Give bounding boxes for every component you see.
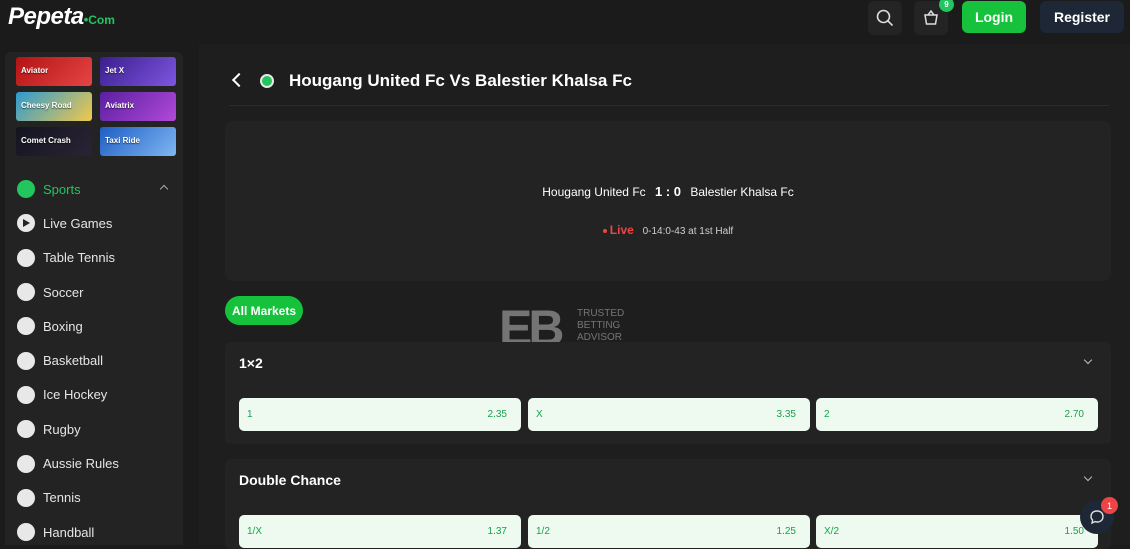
market-title: 1×2 (239, 355, 263, 371)
sidebar-item-label: Basketball (43, 353, 103, 369)
game-tile-taxi-ride[interactable]: Taxi Ride (100, 127, 176, 156)
odd-label: 1/X (247, 526, 263, 537)
sidebar-item-label: Handball (43, 524, 95, 540)
ice-hockey-icon (17, 385, 35, 404)
sport-list: Sports Live Games Table Tennis Soccer Bo… (5, 172, 183, 549)
sidebar-item-label: Live Games (43, 215, 113, 231)
register-button[interactable]: Register (1040, 1, 1124, 33)
home-team: Hougang United Fc (542, 185, 646, 199)
sidebar-item-live-games[interactable]: Live Games (5, 206, 183, 240)
sidebar-item-label: Aussie Rules (43, 456, 119, 472)
game-tile-comet-crash[interactable]: Comet Crash (16, 127, 92, 156)
logo-suffix: Com (88, 13, 115, 27)
sidebar-item-ice-hockey[interactable]: Ice Hockey (5, 378, 183, 412)
sidebar-item-label: Soccer (43, 284, 84, 300)
odd-value: 3.35 (776, 409, 796, 420)
sidebar-item-aussie-rules[interactable]: Aussie Rules (5, 446, 183, 480)
main-content: Hougang United Fc Vs Balestier Khalsa Fc… (199, 44, 1130, 549)
odd-button[interactable]: 1 2.35 (239, 398, 521, 431)
logo-text: Pepeta (8, 3, 84, 30)
tab-all-markets[interactable]: All Markets (225, 296, 303, 325)
sidebar-item-label: Rugby (43, 421, 81, 437)
sidebar-item-basketball[interactable]: Basketball (5, 343, 183, 377)
cart-badge: 9 (939, 0, 954, 12)
odd-button[interactable]: X 3.35 (528, 398, 810, 431)
odd-value: 2.35 (487, 409, 507, 420)
odd-label: X/2 (824, 526, 840, 537)
page-title: Hougang United Fc Vs Balestier Khalsa Fc (289, 71, 632, 90)
sidebar-item-boxing[interactable]: Boxing (5, 309, 183, 343)
odd-value: 1.37 (487, 526, 507, 537)
game-tile-jetx[interactable]: Jet X (100, 57, 176, 86)
odd-value: 1.50 (1064, 526, 1084, 537)
sidebar-item-sports[interactable]: Sports (5, 172, 183, 206)
game-tile-cheesy-road[interactable]: Cheesy Road (16, 92, 92, 121)
sidebar-item-label: Ice Hockey (43, 387, 108, 403)
odd-label: X (536, 409, 543, 420)
sidebar-item-label: Table Tennis (43, 250, 116, 266)
game-tile-aviatrix[interactable]: Aviatrix (100, 92, 176, 121)
odd-button[interactable]: 1/X 1.37 (239, 515, 521, 548)
odd-label: 2 (824, 409, 830, 420)
match-time: 0-14:0-43 at 1st Half (642, 226, 734, 237)
sidebar-item-label: Boxing (43, 318, 83, 334)
sidebar-item-rugby[interactable]: Rugby (5, 412, 183, 446)
odd-button[interactable]: X/2 1.50 (816, 515, 1098, 548)
game-tile-aviator[interactable]: Aviator (16, 57, 92, 86)
market-title: Double Chance (239, 472, 341, 488)
cart-button[interactable]: 9 (914, 0, 954, 35)
chevron-down-icon[interactable] (1083, 472, 1093, 482)
basket-icon (924, 10, 938, 25)
score: 1 : 0 (655, 184, 682, 199)
sidebar-item-tennis[interactable]: Tennis (5, 481, 183, 515)
handball-icon (17, 523, 35, 542)
away-team: Balestier Khalsa Fc (690, 185, 794, 199)
tennis-racket-icon (17, 488, 35, 507)
sidebar-item-table-tennis[interactable]: Table Tennis (5, 241, 183, 275)
live-status: Live 0-14:0-43 at 1st Half (225, 223, 1111, 237)
chevron-up-icon[interactable] (159, 184, 169, 194)
sidebar: Aviator Jet X Cheesy Road Aviatrix Comet… (5, 52, 183, 545)
scoreboard: Hougang United Fc 1 : 0 Balestier Khalsa… (225, 121, 1111, 281)
back-arrow-icon[interactable] (231, 72, 247, 88)
site-logo[interactable]: Pepeta•Com (8, 3, 115, 31)
match-header: Hougang United Fc Vs Balestier Khalsa Fc (229, 64, 1109, 106)
rugby-ball-icon (17, 420, 35, 439)
odd-button[interactable]: 2 2.70 (816, 398, 1098, 431)
chevron-down-icon[interactable] (1083, 355, 1093, 365)
live-dot-icon (602, 228, 607, 233)
search-icon (876, 9, 894, 27)
sidebar-item-label: Sports (43, 181, 81, 197)
odd-value: 1.25 (776, 526, 796, 537)
watermark-text: TRUSTED BETTING ADVISOR (577, 308, 624, 344)
live-label: Live (609, 223, 634, 237)
sidebar-item-label: Tennis (43, 490, 81, 506)
play-icon (17, 214, 35, 233)
odd-label: 1 (247, 409, 253, 420)
watermark-line-1: TRUSTED (577, 308, 625, 319)
odd-button[interactable]: 1/2 1.25 (528, 515, 810, 548)
soccer-ball-icon (260, 74, 274, 88)
score-line: Hougang United Fc 1 : 0 Balestier Khalsa… (225, 184, 1111, 199)
sidebar-item-handball[interactable]: Handball (5, 515, 183, 549)
table-tennis-icon (17, 248, 35, 267)
market-double-chance: Double Chance 1/X 1.37 1/2 1.25 X/2 1.50 (225, 459, 1111, 549)
odd-value: 2.70 (1064, 409, 1084, 420)
login-button[interactable]: Login (962, 1, 1026, 33)
watermark-line-2: BETTING (577, 320, 621, 331)
odd-label: 1/2 (536, 526, 550, 537)
chat-badge: 1 (1101, 497, 1118, 514)
search-button[interactable] (868, 1, 902, 35)
australia-icon (17, 454, 35, 473)
top-bar: Pepeta•Com 9 Login Register (0, 0, 1130, 40)
boxing-glove-icon (17, 317, 35, 336)
basketball-icon (17, 351, 35, 370)
globe-icon (17, 180, 35, 199)
sidebar-item-soccer[interactable]: Soccer (5, 275, 183, 309)
soccer-ball-icon (17, 283, 35, 302)
market-1x2: 1×2 1 2.35 X 3.35 2 2.70 (225, 342, 1111, 444)
